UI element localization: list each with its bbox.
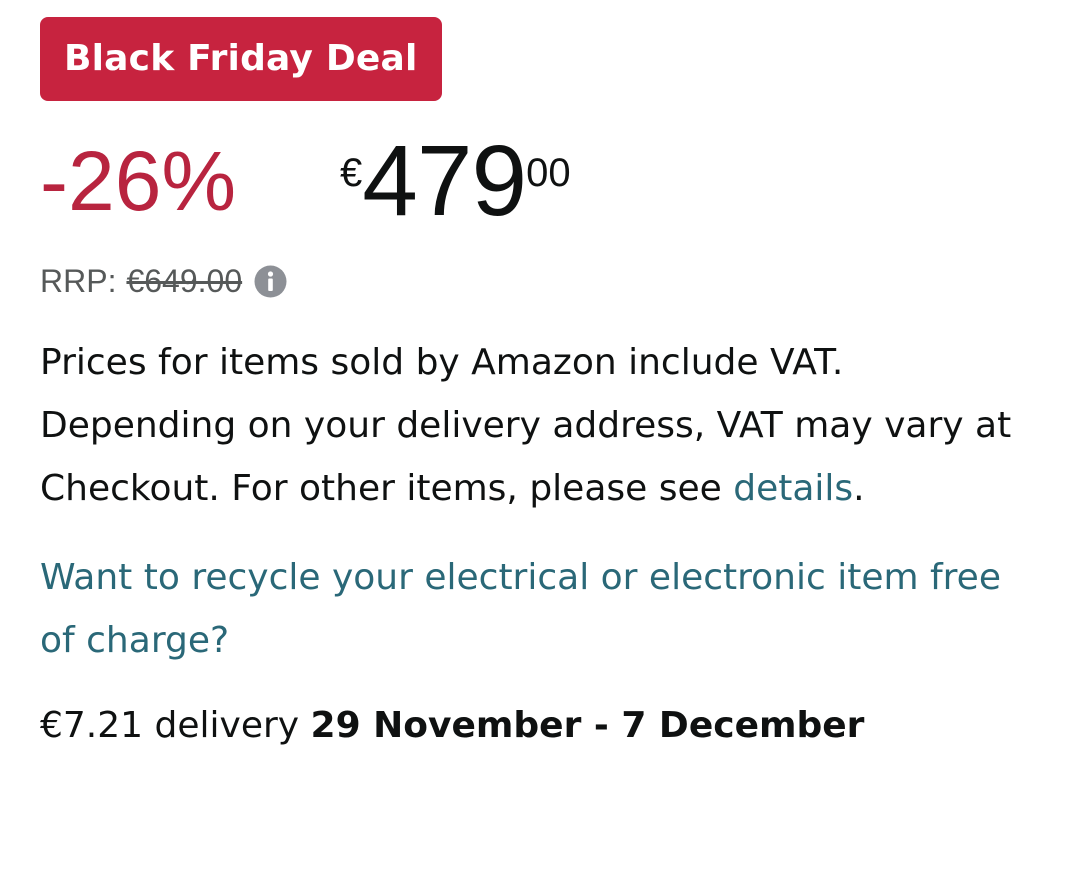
price-fraction: 00 [526, 151, 571, 195]
price-currency-symbol: € [340, 151, 363, 195]
recycle-link[interactable]: Want to recycle your electrical or elect… [40, 546, 1030, 672]
vat-notice: Prices for items sold by Amazon include … [40, 331, 1030, 520]
delivery-dates: 29 November - 7 December [310, 705, 865, 746]
rrp-price: €649.00 [126, 262, 243, 299]
current-price: €47900 [340, 131, 571, 260]
delivery-cost: €7.21 delivery [40, 705, 311, 746]
rrp-label: RRP: [40, 262, 117, 299]
rrp-row: RRP: €649.00 [40, 261, 1040, 301]
product-price-block: Black Friday Deal -26% €47900 RRP: €649.… [40, 17, 1040, 748]
price-whole: 479 [362, 125, 527, 237]
vat-notice-text: Prices for items sold by Amazon include … [40, 342, 1012, 509]
info-icon[interactable] [254, 265, 287, 298]
deal-badge-label: Black Friday Deal [64, 38, 418, 79]
vat-notice-suffix: . [853, 468, 865, 509]
price-row: -26% €47900 [40, 131, 1040, 241]
delivery-info: €7.21 delivery 29 November - 7 December [40, 704, 1040, 748]
discount-percentage: -26% [40, 134, 237, 228]
deal-badge: Black Friday Deal [40, 17, 442, 101]
details-link[interactable]: details [733, 468, 853, 509]
